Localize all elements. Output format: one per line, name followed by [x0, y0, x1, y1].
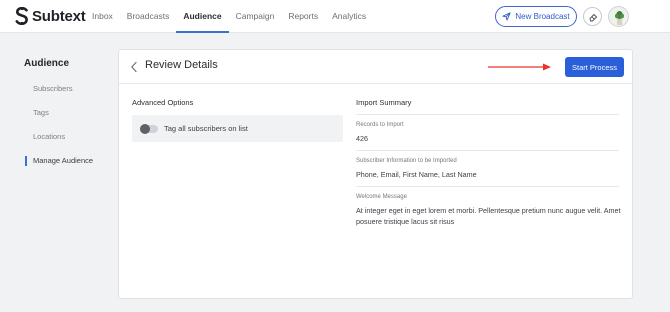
main-nav: Inbox Broadcasts Audience Campaign Repor…	[85, 0, 373, 33]
sidebar-item-manage-audience[interactable]: Manage Audience	[33, 156, 93, 165]
avatar[interactable]	[608, 6, 629, 27]
nav-item-reports[interactable]: Reports	[281, 0, 325, 33]
logo[interactable]: Subtext	[15, 7, 86, 25]
nav-item-audience[interactable]: Audience	[176, 0, 229, 33]
toggle-knob	[140, 124, 150, 134]
advanced-options-heading: Advanced Options	[132, 98, 194, 107]
fields-value: Phone, Email, First Name, Last Name	[356, 170, 477, 179]
new-broadcast-label: New Broadcast	[515, 12, 570, 21]
sidebar-item-tags[interactable]: Tags	[33, 108, 49, 117]
new-broadcast-button[interactable]: New Broadcast	[495, 6, 577, 27]
plant-avatar-icon	[615, 11, 624, 25]
divider	[356, 114, 619, 115]
page-title: Review Details	[145, 59, 218, 71]
card-header: Review Details Start Process	[119, 50, 632, 84]
sidebar-title: Audience	[24, 58, 70, 69]
eraser-icon	[589, 13, 597, 21]
sidebar-item-subscribers[interactable]: Subscribers	[33, 84, 73, 93]
app-name: Subtext	[32, 7, 86, 25]
subtext-logo-icon	[15, 7, 28, 25]
review-details-card: Review Details Start Process Advanced Op…	[118, 49, 633, 299]
tag-all-label: Tag all subscribers on list	[164, 124, 248, 133]
nav-item-inbox[interactable]: Inbox	[85, 0, 120, 33]
nav-item-broadcasts[interactable]: Broadcasts	[120, 0, 177, 33]
eraser-button[interactable]	[583, 7, 602, 26]
fields-label: Subscriber Information to be Imported	[356, 158, 457, 164]
arrow-right-icon	[488, 63, 551, 71]
divider	[356, 186, 619, 187]
top-navigation-bar: Subtext Inbox Broadcasts Audience Campai…	[0, 0, 670, 33]
records-value: 426	[356, 134, 368, 143]
tag-all-option: Tag all subscribers on list	[132, 115, 343, 142]
nav-item-campaign[interactable]: Campaign	[229, 0, 282, 33]
chevron-left-icon[interactable]	[130, 61, 138, 73]
nav-item-analytics[interactable]: Analytics	[325, 0, 373, 33]
welcome-label: Welcome Message	[356, 194, 407, 200]
welcome-value: At integer eget in eget lorem et morbi. …	[356, 206, 621, 226]
sidebar-active-indicator	[25, 156, 27, 166]
import-summary-heading: Import Summary	[356, 98, 412, 107]
divider	[356, 150, 619, 151]
send-icon	[502, 12, 511, 21]
records-label: Records to Import	[356, 122, 404, 128]
sidebar-item-locations[interactable]: Locations	[33, 132, 65, 141]
start-process-button[interactable]: Start Process	[565, 57, 624, 77]
tag-all-toggle[interactable]	[140, 124, 158, 134]
